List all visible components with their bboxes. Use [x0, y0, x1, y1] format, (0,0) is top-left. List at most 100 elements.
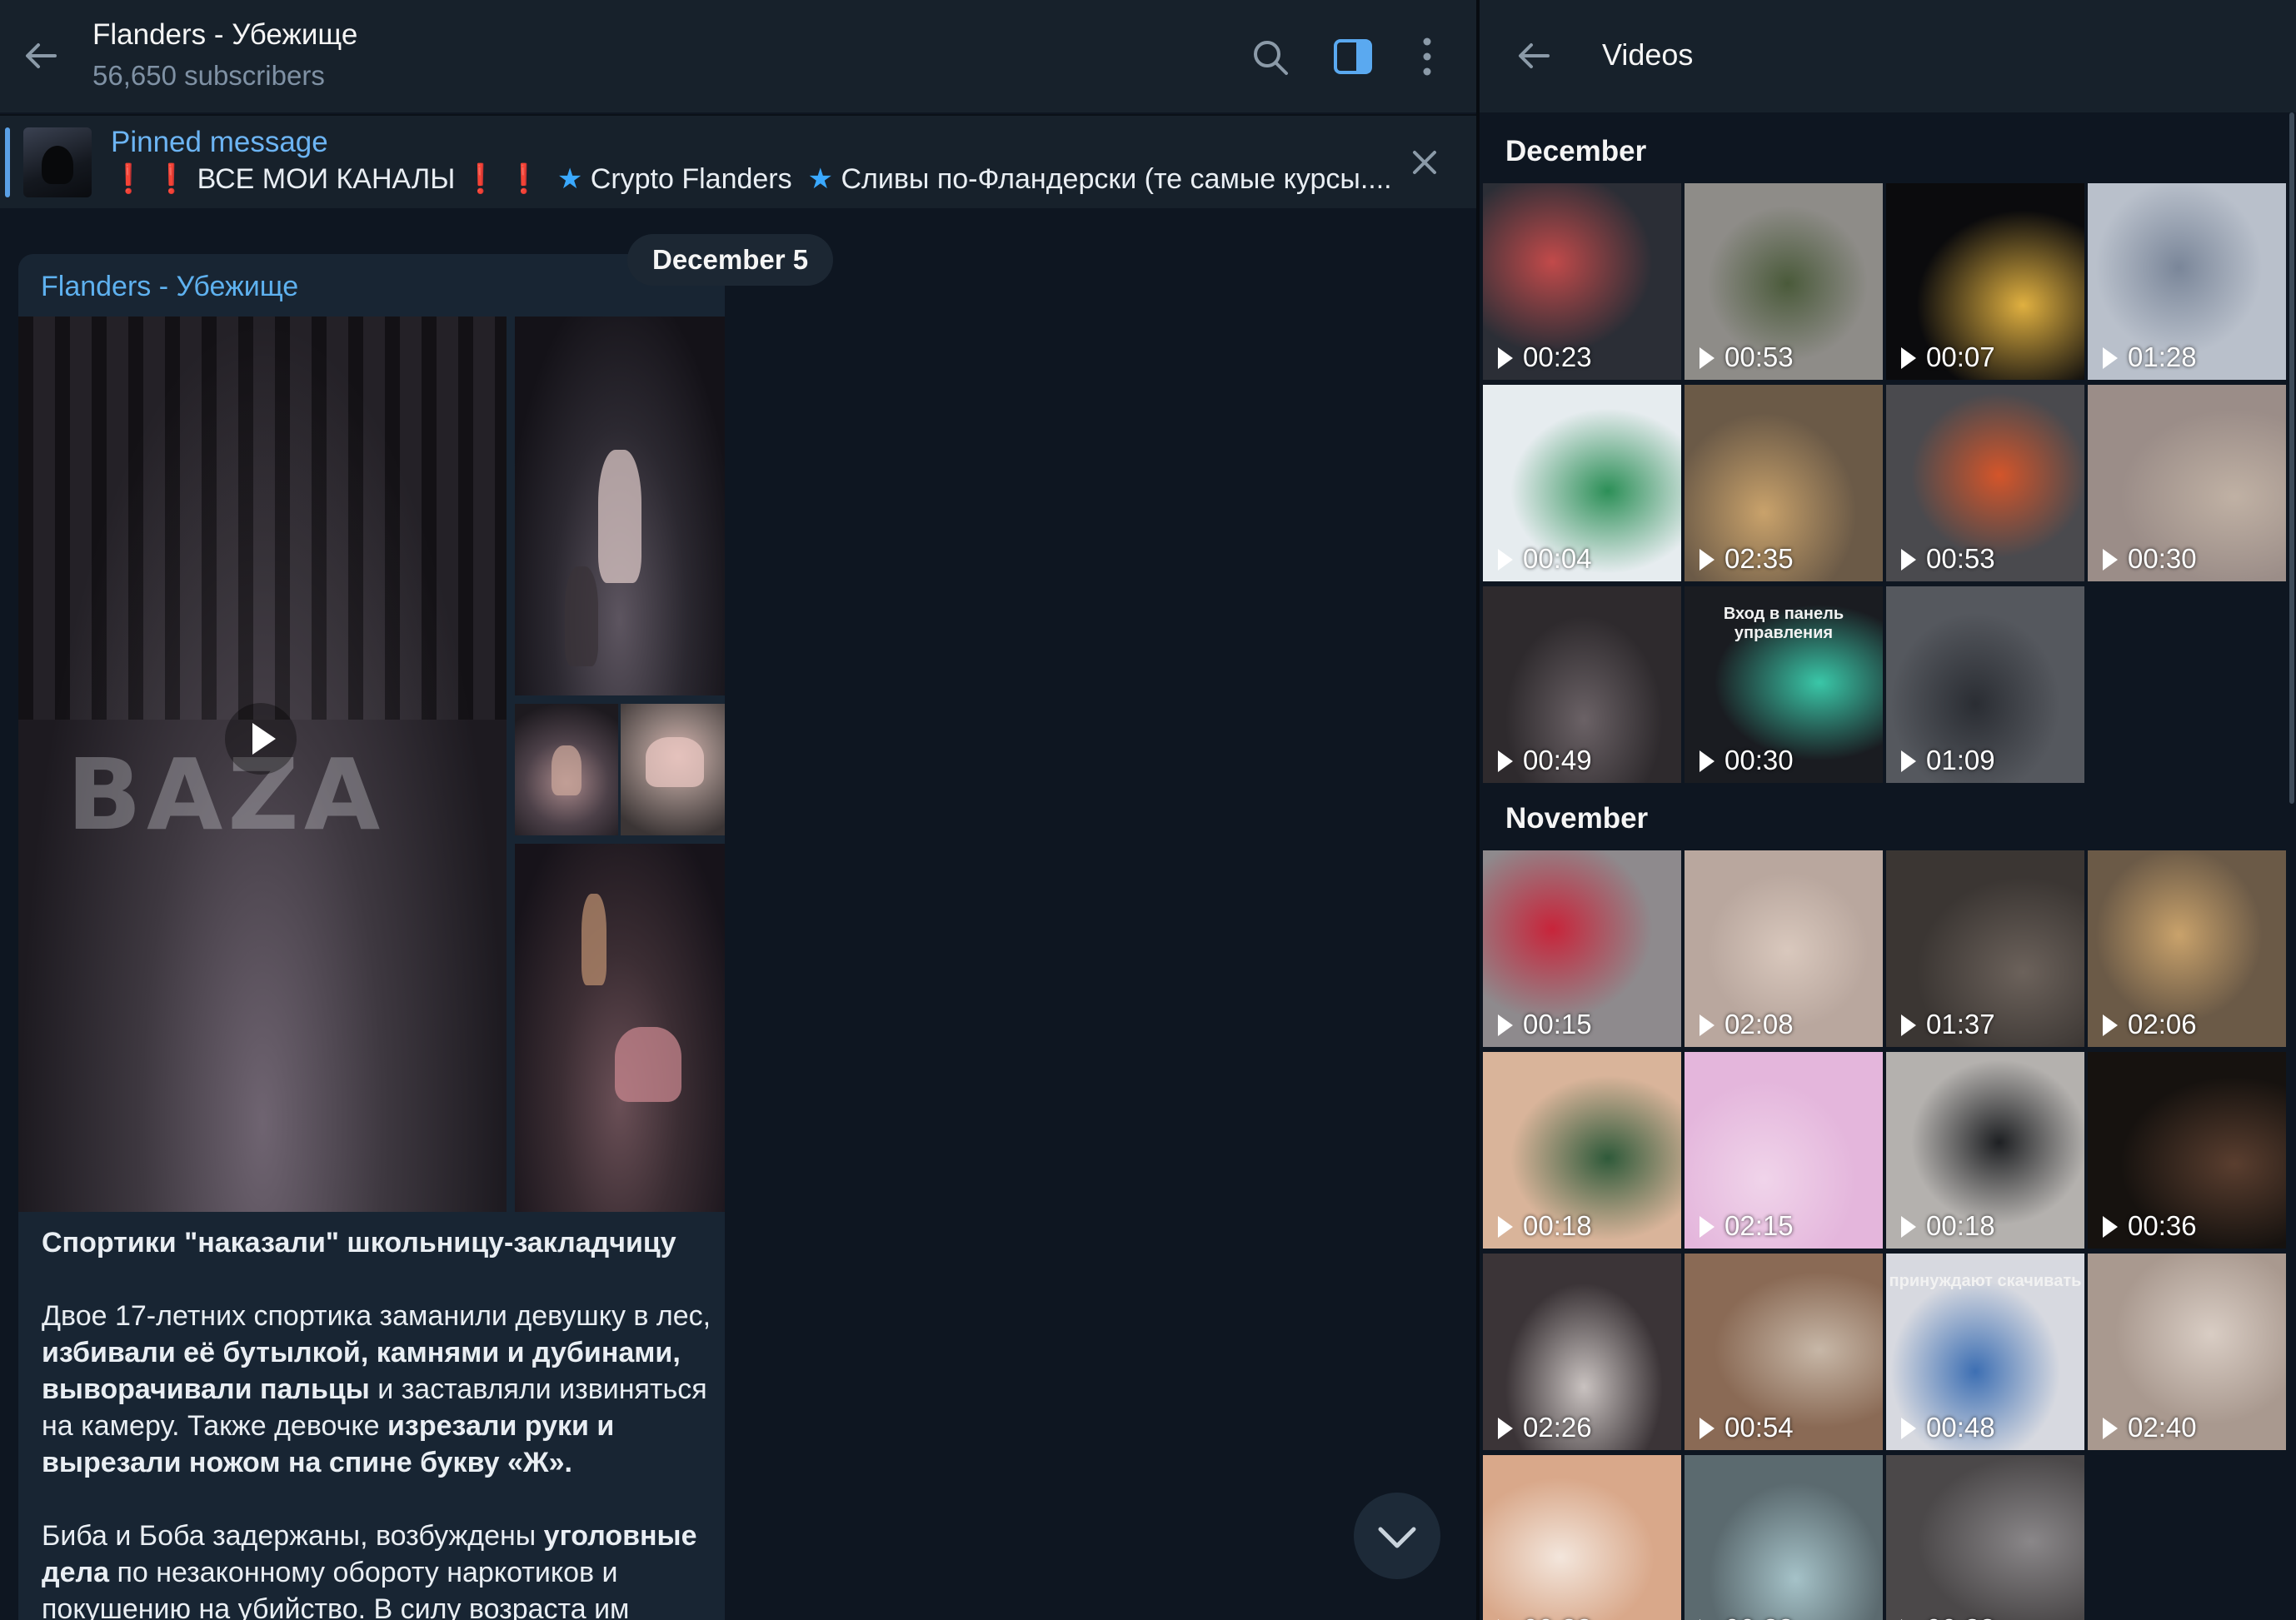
- album-photo[interactable]: [515, 317, 725, 695]
- video-thumbnail[interactable]: 00:??: [1483, 1455, 1681, 1620]
- video-duration: 02:35: [1700, 543, 1794, 575]
- video-thumbnail[interactable]: 00:54: [1685, 1254, 1883, 1450]
- video-thumbnail[interactable]: 01:28: [2088, 183, 2286, 380]
- video-thumbnail[interactable]: 00:07: [1886, 183, 2084, 380]
- search-icon[interactable]: [1250, 37, 1291, 78]
- play-icon: [1700, 347, 1715, 369]
- video-thumbnail[interactable]: 02:35: [1685, 385, 1883, 581]
- side-panel-icon[interactable]: [1333, 38, 1373, 75]
- video-duration: 00:??: [1901, 1613, 1995, 1620]
- duration-text: 00:36: [2128, 1210, 2197, 1241]
- duration-text: 02:15: [1724, 1210, 1794, 1241]
- play-icon: [1700, 549, 1715, 571]
- thumbnail-caption: Вход в панель управления: [1723, 605, 1844, 642]
- pinned-indicator: [5, 127, 10, 197]
- video-duration: 02:15: [1700, 1210, 1794, 1242]
- album-photo[interactable]: [621, 704, 725, 835]
- video-thumbnail[interactable]: Вход в панель управления 00:30: [1685, 586, 1883, 783]
- play-icon: [1700, 750, 1715, 772]
- video-thumbnail[interactable]: 00:49: [1483, 586, 1681, 783]
- pinned-text-part: ВСЕ МОИ КАНАЛЫ: [197, 163, 456, 195]
- back-arrow-icon[interactable]: [1515, 37, 1553, 75]
- play-icon: [1498, 1216, 1513, 1238]
- video-duration: 00:??: [1498, 1613, 1592, 1620]
- play-icon: [1498, 549, 1513, 571]
- video-duration: 00:23: [1498, 341, 1592, 373]
- duration-text: 02:26: [1523, 1412, 1592, 1443]
- duration-text: 00:??: [1724, 1613, 1794, 1620]
- video-thumbnail[interactable]: 01:09: [1886, 586, 2084, 783]
- video-thumbnail[interactable]: 00:23: [1483, 183, 1681, 380]
- video-thumbnail[interactable]: 00:??: [1685, 1455, 1883, 1620]
- video-duration: 00:36: [2103, 1210, 2197, 1242]
- more-vertical-icon[interactable]: [1413, 35, 1441, 78]
- subscriber-count: 56,650 subscribers: [92, 60, 325, 91]
- message-author[interactable]: Flanders - Убежище: [41, 271, 298, 303]
- chat-header: Flanders - Убежище 56,650 subscribers: [0, 0, 1476, 112]
- play-icon: [1700, 1418, 1715, 1439]
- album-video-main[interactable]: BAZA: [18, 317, 507, 1212]
- duration-text: 00:??: [1926, 1613, 1995, 1620]
- video-duration: 00:??: [1700, 1613, 1794, 1620]
- video-thumbnail[interactable]: 00:??: [1886, 1455, 2084, 1620]
- scrollbar-thumb[interactable]: [2289, 112, 2294, 804]
- chat-panel: Flanders - Убежище 56,650 subscribers Pi…: [0, 0, 1476, 1620]
- video-thumbnail[interactable]: принуждают скачивать 00:48: [1886, 1254, 2084, 1450]
- text-run: Биба и Боба задержаны, возбуждены: [42, 1520, 544, 1552]
- videos-title: Videos: [1602, 37, 1694, 72]
- duration-text: 00:??: [1523, 1613, 1592, 1620]
- month-heading: November: [1505, 802, 1649, 835]
- play-icon: [2103, 347, 2118, 369]
- video-thumbnail[interactable]: 00:18: [1886, 1052, 2084, 1249]
- pinned-text: ❗ ❗ ВСЕ МОИ КАНАЛЫ ❗ ❗ ★ Crypto Flanders…: [111, 162, 1392, 196]
- album-photo[interactable]: [515, 844, 725, 1212]
- month-heading: December: [1505, 135, 1647, 167]
- video-duration: 00:15: [1498, 1009, 1592, 1040]
- duration-text: 00:30: [1724, 745, 1794, 775]
- video-thumbnail[interactable]: 00:30: [2088, 385, 2286, 581]
- duration-text: 00:07: [1926, 341, 1995, 372]
- play-icon: [1498, 1418, 1513, 1439]
- video-thumbnail[interactable]: 00:53: [1685, 183, 1883, 380]
- star-icon: ★: [557, 163, 583, 195]
- video-thumbnail[interactable]: 00:53: [1886, 385, 2084, 581]
- duration-text: 00:48: [1926, 1412, 1995, 1443]
- video-thumbnail[interactable]: 02:26: [1483, 1254, 1681, 1450]
- scroll-down-button[interactable]: [1354, 1493, 1440, 1579]
- video-thumbnail[interactable]: 00:04: [1483, 385, 1681, 581]
- video-thumbnail[interactable]: 02:40: [2088, 1254, 2286, 1450]
- play-icon: [2103, 1418, 2118, 1439]
- video-thumbnail[interactable]: 02:06: [2088, 850, 2286, 1047]
- play-icon[interactable]: [225, 703, 297, 775]
- chevron-down-icon: [1378, 1527, 1416, 1548]
- album-photo[interactable]: [515, 704, 618, 835]
- videos-list[interactable]: December 00:23 00:53 00:07 01:28 00:04 02:35 00…: [1480, 112, 2296, 1620]
- message-paragraph: Двое 17-летних спортика заманили девушку…: [42, 1298, 716, 1481]
- duration-text: 01:09: [1926, 745, 1995, 775]
- play-icon: [1700, 1014, 1715, 1036]
- video-thumbnail[interactable]: 00:15: [1483, 850, 1681, 1047]
- channel-title[interactable]: Flanders - Убежище: [92, 18, 357, 52]
- pinned-thumbnail: [23, 127, 92, 197]
- duration-text: 02:08: [1724, 1009, 1794, 1039]
- video-duration: 00:30: [1700, 745, 1794, 776]
- pinned-text-part: Crypto Flanders: [590, 163, 792, 195]
- video-thumbnail[interactable]: 02:08: [1685, 850, 1883, 1047]
- video-thumbnail[interactable]: 02:15: [1685, 1052, 1883, 1249]
- pinned-label: Pinned message: [111, 126, 328, 158]
- video-duration: 02:40: [2103, 1412, 2197, 1443]
- play-icon: [2103, 1014, 2118, 1036]
- duration-text: 01:37: [1926, 1009, 1995, 1039]
- video-thumbnail[interactable]: 01:37: [1886, 850, 2084, 1047]
- duration-text: 00:18: [1523, 1210, 1592, 1241]
- video-thumbnail[interactable]: 00:18: [1483, 1052, 1681, 1249]
- video-duration: 02:26: [1498, 1412, 1592, 1443]
- back-arrow-icon[interactable]: [22, 37, 60, 75]
- video-duration: 00:07: [1901, 341, 1995, 373]
- play-icon: [1700, 1216, 1715, 1238]
- pinned-message-bar[interactable]: Pinned message ❗ ❗ ВСЕ МОИ КАНАЛЫ ❗ ❗ ★ …: [0, 114, 1476, 208]
- video-thumbnail[interactable]: 00:36: [2088, 1052, 2286, 1249]
- close-icon[interactable]: [1408, 146, 1441, 179]
- video-duration: 00:48: [1901, 1412, 1995, 1443]
- play-icon: [1498, 750, 1513, 772]
